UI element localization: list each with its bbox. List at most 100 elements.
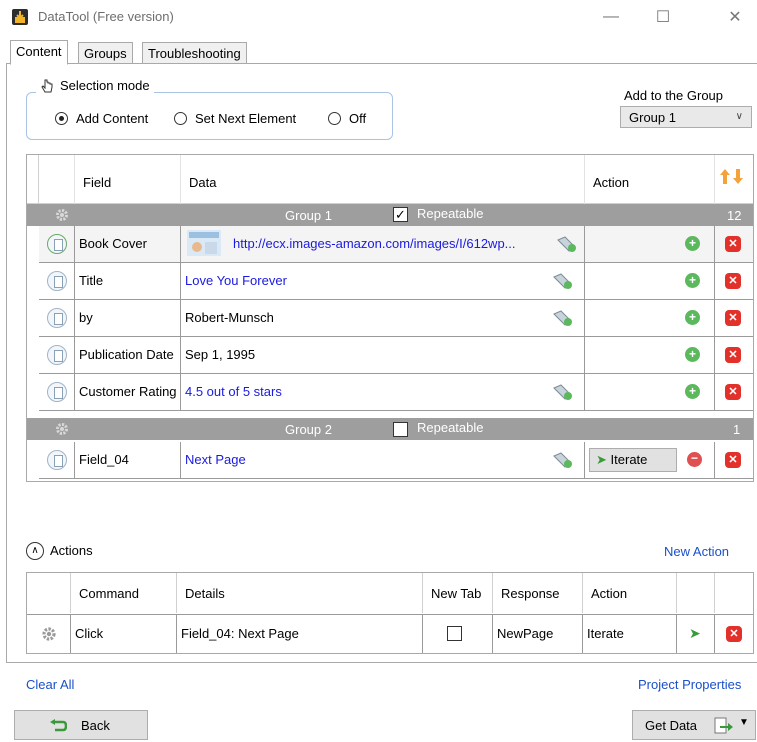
gear-icon[interactable] (41, 626, 57, 642)
iterate-button[interactable]: ➤ Iterate (589, 448, 677, 472)
field-name[interactable]: by (75, 300, 181, 336)
radio-add-content-label[interactable]: Add Content (76, 111, 148, 126)
get-data-button[interactable]: Get Data ▼ (632, 710, 756, 740)
delete-icon[interactable]: ✕ (725, 452, 741, 468)
maximize-button[interactable]: ☐ (640, 4, 686, 30)
radio-off[interactable] (328, 112, 341, 125)
table-row[interactable]: Customer Rating 4.5 out of 5 stars + ✕ (39, 374, 753, 411)
field-data-value[interactable]: Love You Forever (185, 273, 287, 288)
field-data[interactable]: 4.5 out of 5 stars (181, 374, 585, 410)
action-cell: + (585, 374, 715, 410)
group-select[interactable]: Group 1 ∨ (620, 106, 752, 128)
selection-mode-title: Selection mode (60, 78, 150, 93)
chevron-down-icon[interactable]: ▼ (739, 717, 749, 728)
actions-header-response: Response (493, 573, 583, 613)
edit-tag-icon[interactable] (553, 273, 573, 289)
field-data-value[interactable]: 4.5 out of 5 stars (185, 384, 282, 399)
project-properties-link[interactable]: Project Properties (638, 677, 741, 692)
delete-icon[interactable]: ✕ (725, 273, 741, 289)
header-field: Field (75, 155, 181, 204)
edit-tag-icon[interactable] (557, 236, 577, 252)
repeatable-checkbox[interactable] (393, 422, 408, 437)
gear-icon[interactable] (55, 208, 69, 222)
table-row[interactable]: Book Cover http://ecx.images-amazon.com/… (39, 226, 753, 263)
window-title: DataTool (Free version) (38, 9, 174, 24)
field-data[interactable]: http://ecx.images-amazon.com/images/I/61… (181, 226, 585, 262)
tab-content[interactable]: Content (10, 40, 68, 65)
run-arrow-icon[interactable]: ➤ (689, 625, 701, 642)
field-name[interactable]: Title (75, 263, 181, 299)
field-data[interactable]: Next Page (181, 442, 585, 478)
field-name[interactable]: Book Cover (75, 226, 181, 262)
field-data[interactable]: Love You Forever (181, 263, 585, 299)
header-sort (715, 155, 753, 204)
delete-icon[interactable]: ✕ (726, 626, 742, 642)
actions-header-details: Details (177, 573, 423, 613)
remove-icon[interactable]: − (687, 452, 702, 467)
action-action[interactable]: Iterate (583, 615, 677, 653)
edit-tag-icon[interactable] (553, 384, 573, 400)
field-data[interactable]: Sep 1, 1995 (181, 337, 585, 373)
field-data[interactable]: Robert-Munsch (181, 300, 585, 336)
tab-troubleshooting[interactable]: Troubleshooting (142, 42, 247, 64)
actions-grid: Command Details New Tab Response Action … (26, 572, 754, 654)
field-name[interactable]: Customer Rating (75, 374, 181, 410)
action-command[interactable]: Click (71, 615, 177, 653)
add-icon[interactable]: + (685, 384, 700, 399)
close-button[interactable]: ✕ (712, 4, 757, 30)
group-row-1[interactable]: Group 1 ✓ Repeatable 12 (27, 204, 753, 226)
actions-header-command: Command (71, 573, 177, 613)
cursor-hand-icon (41, 79, 53, 92)
field-data-value[interactable]: Sep 1, 1995 (185, 347, 255, 362)
table-row[interactable]: Field_04 Next Page ➤ Iterate − ✕ (39, 442, 753, 479)
field-name[interactable]: Publication Date (75, 337, 181, 373)
action-row[interactable]: Click Field_04: Next Page NewPage Iterat… (27, 614, 753, 653)
field-data-value[interactable]: http://ecx.images-amazon.com/images/I/61… (233, 236, 516, 251)
collapse-actions-icon[interactable]: ∧ (26, 542, 44, 560)
minimize-button[interactable]: — (588, 4, 634, 30)
actions-header-gutter (27, 573, 71, 613)
action-run-cell: ➤ (677, 615, 715, 653)
delete-icon[interactable]: ✕ (725, 347, 741, 363)
clear-all-link[interactable]: Clear All (26, 677, 74, 692)
gear-icon[interactable] (55, 422, 69, 436)
table-row[interactable]: by Robert-Munsch + ✕ (39, 300, 753, 337)
delete-icon[interactable]: ✕ (725, 236, 741, 252)
arrow-right-icon: ➤ (596, 452, 607, 467)
table-row[interactable]: Publication Date Sep 1, 1995 + ✕ (39, 337, 753, 374)
tab-groups[interactable]: Groups (78, 42, 133, 64)
edit-tag-icon[interactable] (553, 310, 573, 326)
sort-arrows-icon[interactable] (719, 169, 745, 185)
row-icon-cell (39, 442, 75, 478)
group-row-2[interactable]: Group 2 Repeatable 1 (27, 418, 753, 440)
header-action: Action (585, 155, 715, 204)
field-data-value[interactable]: Next Page (185, 452, 246, 467)
field-name[interactable]: Field_04 (75, 442, 181, 478)
back-button[interactable]: Back (14, 710, 148, 740)
delete-icon[interactable]: ✕ (725, 310, 741, 326)
radio-set-next-element[interactable] (174, 112, 187, 125)
add-icon[interactable]: + (685, 310, 700, 325)
new-action-link[interactable]: New Action (664, 544, 729, 559)
table-row[interactable]: Title Love You Forever + ✕ (39, 263, 753, 300)
grid-header: Field Data Action (27, 155, 753, 204)
field-data-value[interactable]: Robert-Munsch (185, 310, 274, 325)
edit-tag-icon[interactable] (553, 452, 573, 468)
get-data-button-label: Get Data (645, 718, 698, 733)
title-bar: DataTool (Free version) — ☐ ✕ (0, 0, 757, 34)
radio-add-content[interactable] (55, 112, 68, 125)
text-field-icon (47, 308, 67, 328)
action-response[interactable]: NewPage (493, 615, 583, 653)
add-icon[interactable]: + (685, 347, 700, 362)
row-icon-cell (39, 374, 75, 410)
repeatable-label: Repeatable (417, 206, 484, 221)
repeatable-checkbox[interactable]: ✓ (393, 207, 408, 222)
radio-set-next-element-label[interactable]: Set Next Element (195, 111, 296, 126)
add-icon[interactable]: + (685, 273, 700, 288)
back-button-label: Back (81, 718, 110, 733)
action-details[interactable]: Field_04: Next Page (177, 615, 423, 653)
radio-off-label[interactable]: Off (349, 111, 366, 126)
new-tab-checkbox[interactable] (447, 626, 462, 641)
add-icon[interactable]: + (685, 236, 700, 251)
delete-icon[interactable]: ✕ (725, 384, 741, 400)
